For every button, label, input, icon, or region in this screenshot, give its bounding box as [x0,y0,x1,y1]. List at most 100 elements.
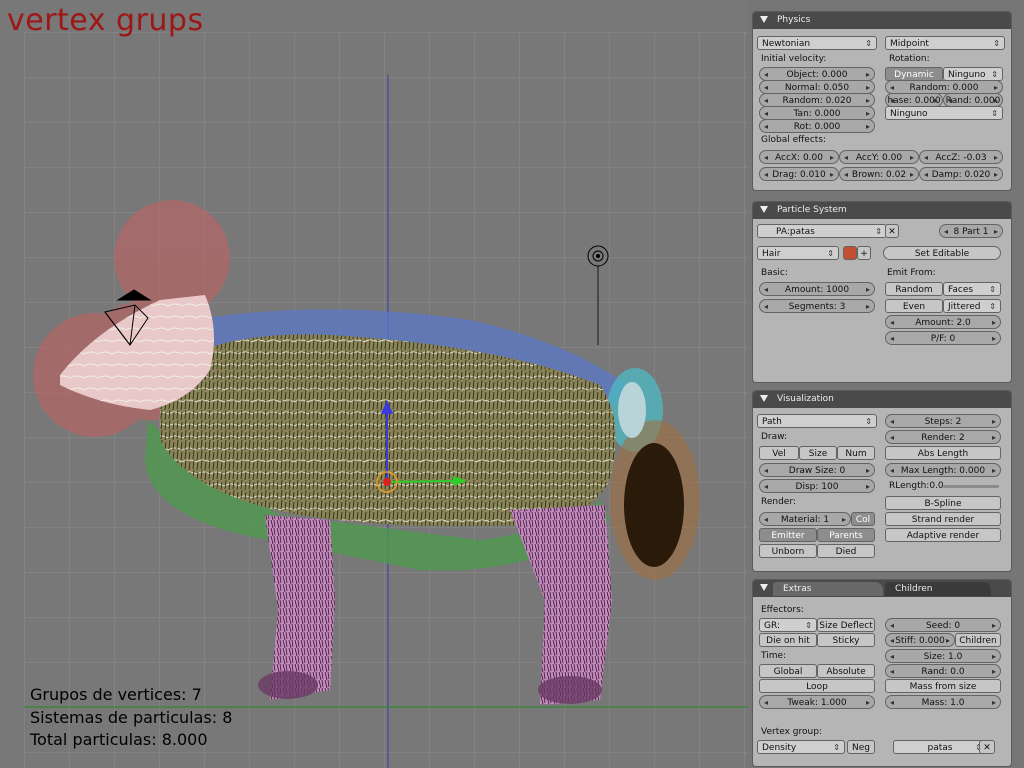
bspline-button[interactable]: B-Spline [885,496,1001,510]
object-velocity-field[interactable]: Object: 0.000 [759,67,875,81]
rlength-slider-track [943,485,999,488]
stiff-field[interactable]: Stiff: 0.000 [885,633,955,647]
vel-button[interactable]: Vel [759,446,799,460]
tan-velocity-field[interactable]: Tan: 0.000 [759,106,875,120]
brown-field[interactable]: Brown: 0.02 [839,167,919,181]
normal-velocity-field[interactable]: Normal: 0.050 [759,80,875,94]
collapse-triangle-icon[interactable] [760,206,768,213]
initial-velocity-label: Initial velocity: [761,54,827,64]
phase-rand-field[interactable]: Rand: 0.000 [943,93,1003,107]
crosshair-icon[interactable]: + [857,246,871,260]
unborn-toggle[interactable]: Unborn [759,544,817,558]
particle-system-index-field[interactable]: 8 Part 1 [939,224,1003,238]
draw-size-field[interactable]: Draw Size: 0 [759,463,875,477]
extras-header: Extras Children [753,580,1011,597]
global-effects-label: Global effects: [761,135,827,145]
rotation-label: Rotation: [889,54,930,64]
seed-field[interactable]: Seed: 0 [885,618,1001,632]
render-steps-field[interactable]: Render: 2 [885,430,1001,444]
collapse-triangle-icon[interactable] [760,395,768,402]
collapse-triangle-icon[interactable] [760,584,768,591]
neg-toggle[interactable]: Neg [847,740,875,754]
vertex-group-label: Vertex group: [761,727,822,737]
amount-field[interactable]: Amount: 1000 [759,282,875,296]
pf-field[interactable]: P/F: 0 [885,331,1001,345]
set-editable-button[interactable]: Set Editable [883,246,1001,260]
physics-header[interactable]: Physics [753,12,1011,29]
particle-settings-name-field[interactable]: PA:patas [757,224,887,238]
rotation-random-field[interactable]: Random: 0.000 [885,80,1003,94]
absolute-button[interactable]: Absolute [817,664,875,678]
max-length-field[interactable]: Max Length: 0.000 [885,463,1001,477]
stat-total-particles: Total particulas: 8.000 [30,730,208,749]
3d-viewport[interactable]: vertex grups Grupos de vertices: 7 Siste… [0,0,748,768]
tab-children[interactable]: Children [885,582,991,596]
size-field[interactable]: Size: 1.0 [885,649,1001,663]
viewport-title: vertex grups [7,3,204,38]
accy-field[interactable]: AccY: 0.00 [839,150,919,164]
draw-as-menu[interactable]: Path [757,414,877,428]
rand-field[interactable]: Rand: 0.0 [885,664,1001,678]
random-velocity-field[interactable]: Random: 0.020 [759,93,875,107]
abs-length-button[interactable]: Abs Length [885,446,1001,460]
random-button[interactable]: Random [885,282,943,296]
num-button[interactable]: Num [837,446,875,460]
emit-amount-field[interactable]: Amount: 2.0 [885,315,1001,329]
emitter-toggle[interactable]: Emitter [759,528,817,542]
render-label: Render: [761,497,796,507]
strand-render-button[interactable]: Strand render [885,512,1001,526]
damp-field[interactable]: Damp: 0.020 [919,167,1003,181]
parents-toggle[interactable]: Parents [817,528,875,542]
vertex-group-attribute-menu[interactable]: Density [757,740,845,754]
col-toggle[interactable]: Col [851,512,875,526]
physics-panel: Physics Newtonian Midpoint Initial veloc… [753,12,1011,190]
visualization-panel: Visualization Path Draw: Vel Size Num Dr… [753,391,1011,571]
mass-from-size-button[interactable]: Mass from size [885,679,1001,693]
segments-field[interactable]: Segments: 3 [759,299,875,313]
distribution-menu[interactable]: Jittered [943,299,1001,313]
phase-field[interactable]: hase: 0.000 [885,93,943,107]
collapse-triangle-icon[interactable] [760,16,768,23]
global-button[interactable]: Global [759,664,817,678]
dynamic-toggle[interactable]: Dynamic [885,67,943,81]
accx-field[interactable]: AccX: 0.00 [759,150,839,164]
visualization-header[interactable]: Visualization [753,391,1011,408]
adaptive-render-button[interactable]: Adaptive render [885,528,1001,542]
accz-field[interactable]: AccZ: -0.03 [919,150,1003,164]
die-on-hit-button[interactable]: Die on hit [759,633,817,647]
rotation-mode-menu[interactable]: Ninguno [943,67,1003,81]
rot-velocity-field[interactable]: Rot: 0.000 [759,119,875,133]
loop-button[interactable]: Loop [759,679,875,693]
tab-extras[interactable]: Extras [773,582,883,596]
disp-field[interactable]: Disp: 100 [759,479,875,493]
extras-panel: Extras Children Effectors: GR: Size Defl… [753,580,1011,766]
unlink-x-icon[interactable]: ✕ [885,224,899,238]
sticky-button[interactable]: Sticky [817,633,875,647]
rlength-slider[interactable]: RLength:0.0 [885,479,1001,493]
emit-from-label: Emit From: [887,268,936,278]
stat-vertex-groups: Grupos de vertices: 7 [30,685,202,704]
time-label: Time: [761,651,787,661]
size-deflect-button[interactable]: Size Deflect [817,618,875,632]
died-toggle[interactable]: Died [817,544,875,558]
integrator-menu[interactable]: Midpoint [885,36,1005,50]
steps-field[interactable]: Steps: 2 [885,414,1001,428]
particle-system-header[interactable]: Particle System [753,202,1011,219]
material-field[interactable]: Material: 1 [759,512,851,526]
emitter-icon[interactable] [843,246,857,260]
draw-label: Draw: [761,432,788,442]
mass-field[interactable]: Mass: 1.0 [885,695,1001,709]
viewport-scene [24,32,748,768]
drag-field[interactable]: Drag: 0.010 [759,167,839,181]
group-field[interactable]: GR: [759,618,817,632]
size-button[interactable]: Size [799,446,837,460]
even-button[interactable]: Even [885,299,943,313]
vertex-group-name-field[interactable]: patas [893,740,987,754]
physics-type-menu[interactable]: Newtonian [757,36,877,50]
emit-from-menu[interactable]: Faces [943,282,1001,296]
children-button[interactable]: Children [955,633,1001,647]
particle-type-menu[interactable]: Hair [757,246,839,260]
angular-velocity-menu[interactable]: Ninguno [885,106,1003,120]
clear-x-icon[interactable]: ✕ [979,740,995,754]
tweak-field[interactable]: Tweak: 1.000 [759,695,875,709]
